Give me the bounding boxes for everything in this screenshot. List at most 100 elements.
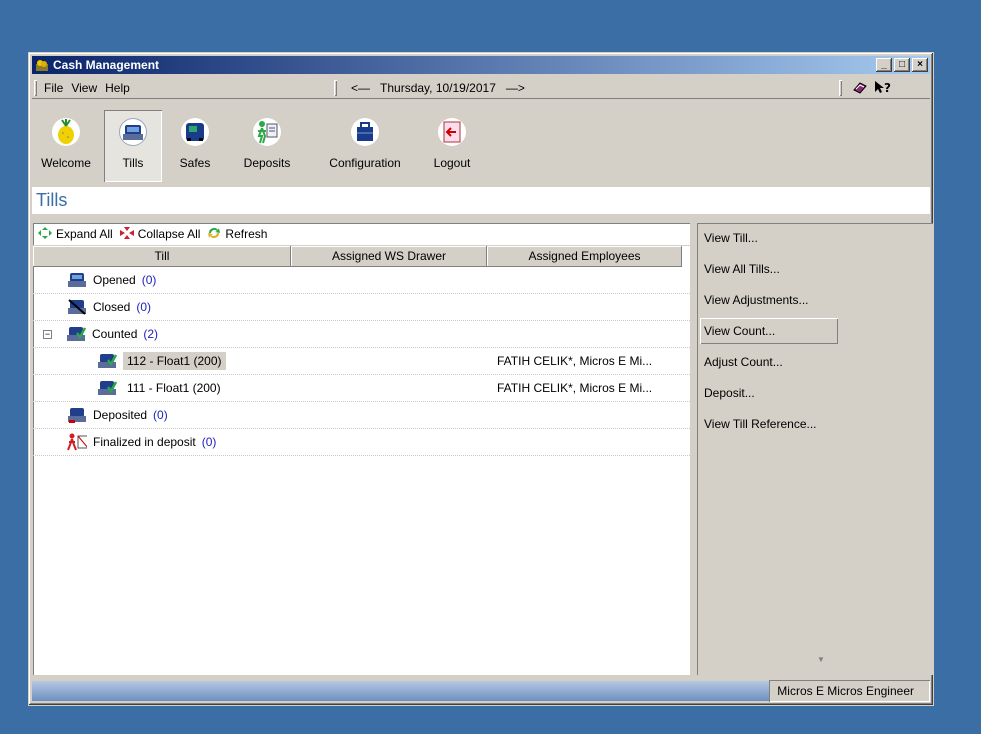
safes-icon: [181, 118, 209, 146]
column-header-till[interactable]: Till: [33, 246, 291, 267]
collapse-all-label: Collapse All: [137, 227, 201, 241]
previous-day-button[interactable]: <—: [351, 81, 370, 95]
tree-row-till-111[interactable]: 111 - Float1 (200) FATIH CELIK*, Micros …: [33, 375, 690, 402]
minimize-button[interactable]: _: [876, 58, 892, 72]
cash-management-window: Cash Management _ □ × File View Help <— …: [28, 52, 934, 706]
tree-node-label: Opened (0): [93, 273, 156, 287]
actions-pane: View Till... View All Tills... View Adju…: [697, 223, 933, 675]
logout-label: Logout: [433, 156, 471, 170]
assigned-employees-cell: FATIH CELIK*, Micros E Mi...: [497, 381, 653, 395]
status-user: Micros E Micros Engineer: [769, 680, 930, 702]
view-all-tills-action[interactable]: View All Tills...: [697, 254, 933, 285]
configuration-button[interactable]: Configuration: [316, 110, 414, 182]
tree-node-label: Finalized in deposit (0): [93, 435, 216, 449]
adjust-count-action[interactable]: Adjust Count...: [697, 347, 933, 378]
deposits-label: Deposits: [243, 156, 291, 170]
expand-all-label: Expand All: [56, 227, 113, 241]
till-counted-icon: [97, 352, 117, 370]
till-counted-icon: [97, 379, 117, 397]
till-112-label: 112 - Float1 (200): [123, 352, 226, 370]
status-bar: Micros E Micros Engineer: [32, 679, 930, 703]
safes-button[interactable]: Safes: [166, 110, 224, 182]
section-title: Tills: [32, 187, 930, 214]
window-title: Cash Management: [53, 58, 160, 72]
node-count: (2): [143, 327, 159, 341]
configuration-icon: [351, 118, 379, 146]
tree-row-deposited[interactable]: Deposited (0): [33, 402, 690, 429]
logout-icon: [438, 118, 466, 146]
svg-text:?: ?: [884, 81, 891, 94]
title-bar: Cash Management _ □ ×: [32, 56, 930, 74]
menu-file[interactable]: File: [41, 81, 66, 95]
nav-grip: [334, 80, 337, 96]
close-button[interactable]: ×: [912, 58, 928, 72]
view-count-action[interactable]: View Count...: [700, 318, 838, 344]
node-count: (0): [201, 435, 217, 449]
deposits-button[interactable]: Deposits: [232, 110, 302, 182]
tills-button[interactable]: Tills: [104, 110, 162, 182]
maximize-button[interactable]: □: [894, 58, 910, 72]
assigned-employees-cell: FATIH CELIK*, Micros E Mi...: [497, 354, 653, 368]
tree-row-finalized[interactable]: Finalized in deposit (0): [33, 429, 690, 456]
refresh-icon: [206, 226, 222, 243]
tree-row-opened[interactable]: Opened (0): [33, 267, 690, 294]
status-progress-area: [32, 681, 770, 701]
tree-row-till-112[interactable]: 112 - Float1 (200) FATIH CELIK*, Micros …: [33, 348, 690, 375]
expand-all-icon: [37, 226, 53, 243]
collapse-all-icon: [119, 226, 135, 243]
welcome-label: Welcome: [41, 156, 91, 170]
menu-bar: File View Help <— Thursday, 10/19/2017 —…: [32, 77, 930, 99]
tills-tree-pane: Expand All Collapse All Refresh Till Ass…: [33, 223, 690, 675]
till-counted-icon: [66, 325, 86, 343]
view-till-action[interactable]: View Till...: [697, 223, 933, 254]
date-navigator: <— Thursday, 10/19/2017 —>: [332, 77, 535, 99]
refresh-button[interactable]: Refresh: [206, 226, 267, 243]
finalized-deposit-icon: [67, 433, 87, 451]
till-closed-icon: [67, 298, 87, 316]
tree-node-label: Closed (0): [93, 300, 151, 314]
next-day-button[interactable]: —>: [506, 81, 525, 95]
column-header-assigned-employees[interactable]: Assigned Employees: [487, 246, 682, 267]
node-name: Closed: [93, 300, 131, 314]
welcome-icon: [52, 118, 80, 146]
column-header-assigned-ws-drawer[interactable]: Assigned WS Drawer: [291, 246, 487, 267]
menu-view[interactable]: View: [68, 81, 100, 95]
safes-label: Safes: [179, 156, 211, 170]
tree-row-counted[interactable]: − Counted (2): [33, 321, 690, 348]
node-name: Opened: [93, 273, 136, 287]
column-headers: Till Assigned WS Drawer Assigned Employe…: [33, 246, 690, 267]
scroll-down-indicator-icon[interactable]: ▼: [817, 655, 825, 664]
cash-management-app-icon: [34, 58, 50, 72]
welcome-button[interactable]: Welcome: [36, 110, 96, 182]
main-toolbar: Welcome Tills Safes Deposits Configurati…: [32, 110, 930, 186]
current-date: Thursday, 10/19/2017: [380, 81, 496, 95]
deposit-action[interactable]: Deposit...: [697, 378, 933, 409]
tree-row-closed[interactable]: Closed (0): [33, 294, 690, 321]
view-adjustments-action[interactable]: View Adjustments...: [697, 285, 933, 316]
tree-node-label: Counted (2): [92, 327, 158, 341]
tree-node-label: Deposited (0): [93, 408, 168, 422]
collapse-node-toggle[interactable]: −: [43, 329, 52, 339]
till-111-label: 111 - Float1 (200): [127, 381, 221, 395]
help-tools: ?: [837, 77, 892, 99]
logout-button[interactable]: Logout: [422, 110, 482, 182]
node-name: Finalized in deposit: [93, 435, 196, 449]
deposits-icon: [253, 118, 281, 146]
tills-icon: [119, 118, 147, 146]
whats-this-help-icon[interactable]: ?: [874, 80, 892, 97]
expand-all-button[interactable]: Expand All: [37, 226, 113, 243]
till-opened-icon: [67, 271, 87, 289]
menu-grip: [34, 80, 37, 96]
tree-toolbar: Expand All Collapse All Refresh: [33, 223, 690, 246]
collapse-all-button[interactable]: Collapse All: [119, 226, 201, 243]
node-name: Deposited: [93, 408, 148, 422]
view-till-reference-action[interactable]: View Till Reference...: [697, 409, 933, 440]
node-name: Counted: [92, 327, 138, 341]
tills-label: Tills: [122, 156, 144, 170]
help-grip: [839, 80, 842, 96]
till-deposited-icon: [67, 406, 87, 424]
node-count: (0): [136, 300, 152, 314]
help-book-icon[interactable]: [852, 80, 868, 97]
tree-rows: Opened (0) Closed (0) − Counted (2) 112 -: [33, 267, 690, 456]
menu-help[interactable]: Help: [102, 81, 133, 95]
